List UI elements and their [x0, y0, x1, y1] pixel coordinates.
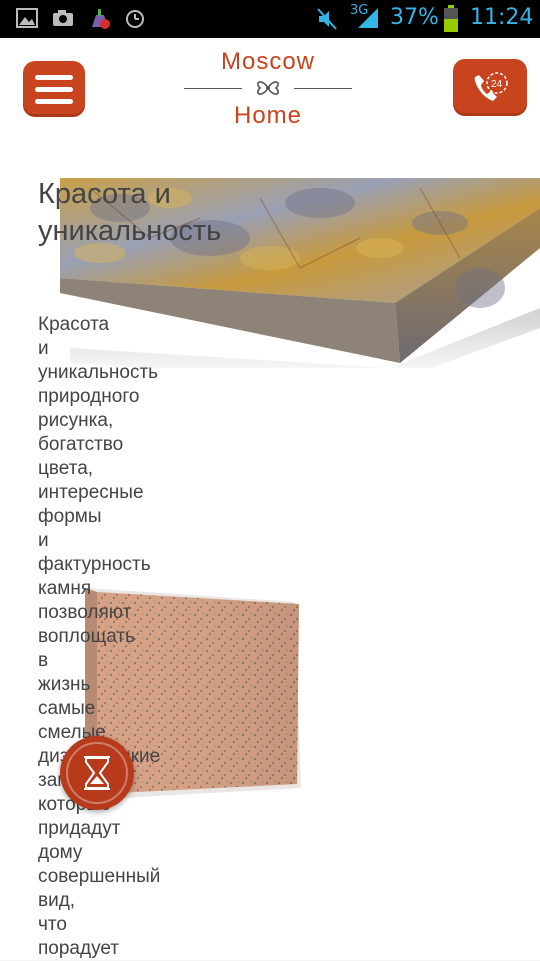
- hourglass-icon: [84, 756, 110, 790]
- section-paragraph: Красота и уникальность природного рисунк…: [38, 314, 161, 959]
- main-content: Красота и уникальность Красота и уникаль…: [0, 148, 540, 960]
- battery-percent: 37%: [390, 5, 439, 30]
- logo-text-top: Moscow: [220, 48, 316, 75]
- image-icon: [16, 8, 38, 28]
- status-bar: 3G 37% 11:24: [0, 0, 540, 38]
- phone-24-icon: 24: [474, 72, 508, 101]
- section-heading: Красота и уникальность: [38, 178, 222, 247]
- clock: 11:24: [470, 5, 534, 30]
- alarm-icon: [126, 10, 144, 28]
- call-button[interactable]: 24: [453, 59, 527, 116]
- site-header: Moscow Home 24: [0, 38, 540, 148]
- logo-text-bottom: Home: [233, 102, 303, 129]
- battery-icon: [444, 5, 458, 32]
- svg-text:24: 24: [491, 79, 503, 90]
- signal-icon: [358, 8, 378, 28]
- mute-icon: [317, 8, 337, 30]
- hamburger-icon: [35, 75, 73, 80]
- ornament-icon: [257, 81, 279, 95]
- menu-button[interactable]: [23, 61, 85, 117]
- hourglass-button[interactable]: [60, 736, 134, 810]
- camera-icon: [53, 10, 73, 26]
- cleaner-icon: [92, 9, 110, 29]
- logo[interactable]: Moscow Home: [180, 46, 356, 132]
